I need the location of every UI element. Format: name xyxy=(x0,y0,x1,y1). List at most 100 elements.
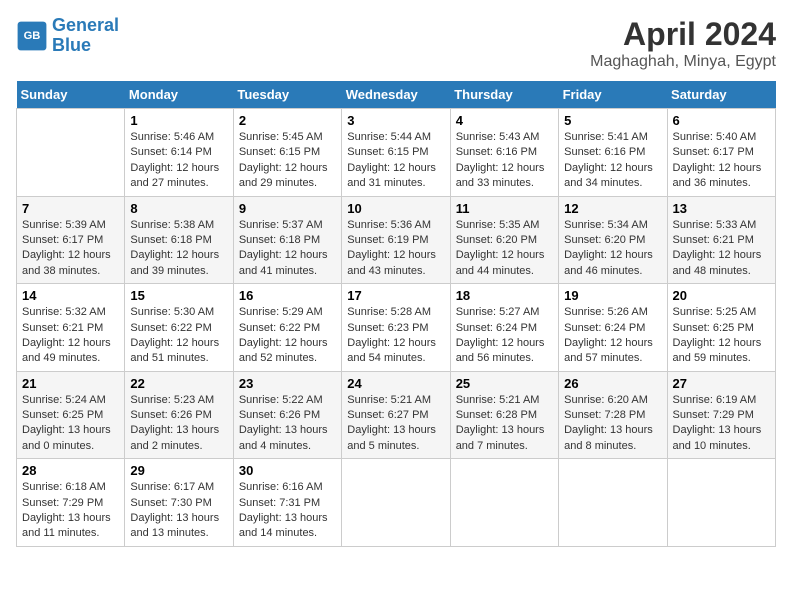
day-number: 14 xyxy=(22,288,119,303)
day-number: 24 xyxy=(347,376,444,391)
day-number: 9 xyxy=(239,201,336,216)
calendar-cell: 15 Sunrise: 5:30 AM Sunset: 6:22 PM Dayli… xyxy=(125,284,233,372)
cell-info: Sunrise: 6:20 AM Sunset: 7:28 PM Dayligh… xyxy=(564,393,661,455)
month-title: April 2024 xyxy=(590,16,776,53)
cell-info: Sunrise: 5:35 AM Sunset: 6:20 PM Dayligh… xyxy=(456,218,553,280)
day-number: 16 xyxy=(239,288,336,303)
day-number: 26 xyxy=(564,376,661,391)
day-number: 25 xyxy=(456,376,553,391)
cell-info: Sunrise: 5:24 AM Sunset: 6:25 PM Dayligh… xyxy=(22,393,119,455)
week-row-4: 21 Sunrise: 5:24 AM Sunset: 6:25 PM Dayli… xyxy=(17,371,776,459)
day-number: 7 xyxy=(22,201,119,216)
day-number: 21 xyxy=(22,376,119,391)
day-number: 11 xyxy=(456,201,553,216)
weekday-header-monday: Monday xyxy=(125,81,233,109)
day-number: 23 xyxy=(239,376,336,391)
cell-info: Sunrise: 5:21 AM Sunset: 6:27 PM Dayligh… xyxy=(347,393,444,455)
calendar-cell: 7 Sunrise: 5:39 AM Sunset: 6:17 PM Daylig… xyxy=(17,196,125,284)
cell-info: Sunrise: 5:26 AM Sunset: 6:24 PM Dayligh… xyxy=(564,305,661,367)
calendar-cell: 22 Sunrise: 5:23 AM Sunset: 6:26 PM Dayli… xyxy=(125,371,233,459)
day-number: 3 xyxy=(347,113,444,128)
calendar-cell: 19 Sunrise: 5:26 AM Sunset: 6:24 PM Dayli… xyxy=(559,284,667,372)
day-number: 18 xyxy=(456,288,553,303)
cell-info: Sunrise: 5:28 AM Sunset: 6:23 PM Dayligh… xyxy=(347,305,444,367)
calendar-cell: 24 Sunrise: 5:21 AM Sunset: 6:27 PM Dayli… xyxy=(342,371,450,459)
cell-info: Sunrise: 6:19 AM Sunset: 7:29 PM Dayligh… xyxy=(673,393,770,455)
logo: GB General Blue xyxy=(16,16,119,56)
calendar-cell: 8 Sunrise: 5:38 AM Sunset: 6:18 PM Daylig… xyxy=(125,196,233,284)
location-title: Maghaghah, Minya, Egypt xyxy=(590,53,776,71)
day-number: 27 xyxy=(673,376,770,391)
calendar-cell: 6 Sunrise: 5:40 AM Sunset: 6:17 PM Daylig… xyxy=(667,109,775,197)
day-number: 30 xyxy=(239,463,336,478)
cell-info: Sunrise: 5:37 AM Sunset: 6:18 PM Dayligh… xyxy=(239,218,336,280)
cell-info: Sunrise: 5:29 AM Sunset: 6:22 PM Dayligh… xyxy=(239,305,336,367)
day-number: 1 xyxy=(130,113,227,128)
cell-info: Sunrise: 5:44 AM Sunset: 6:15 PM Dayligh… xyxy=(347,130,444,192)
day-number: 6 xyxy=(673,113,770,128)
day-number: 4 xyxy=(456,113,553,128)
calendar-cell: 4 Sunrise: 5:43 AM Sunset: 6:16 PM Daylig… xyxy=(450,109,558,197)
weekday-header-tuesday: Tuesday xyxy=(233,81,341,109)
calendar-cell xyxy=(342,459,450,547)
calendar-cell: 14 Sunrise: 5:32 AM Sunset: 6:21 PM Dayli… xyxy=(17,284,125,372)
svg-text:GB: GB xyxy=(24,30,41,42)
weekday-header-friday: Friday xyxy=(559,81,667,109)
calendar-cell: 3 Sunrise: 5:44 AM Sunset: 6:15 PM Daylig… xyxy=(342,109,450,197)
weekday-header-sunday: Sunday xyxy=(17,81,125,109)
logo-line1: General xyxy=(52,15,119,35)
cell-info: Sunrise: 5:32 AM Sunset: 6:21 PM Dayligh… xyxy=(22,305,119,367)
cell-info: Sunrise: 5:41 AM Sunset: 6:16 PM Dayligh… xyxy=(564,130,661,192)
day-number: 28 xyxy=(22,463,119,478)
week-row-1: 1Sunrise: 5:46 AM Sunset: 6:14 PM Daylig… xyxy=(17,109,776,197)
calendar-cell: 11 Sunrise: 5:35 AM Sunset: 6:20 PM Dayli… xyxy=(450,196,558,284)
cell-info: Sunrise: 5:45 AM Sunset: 6:15 PM Dayligh… xyxy=(239,130,336,192)
calendar-cell xyxy=(17,109,125,197)
logo-line2: Blue xyxy=(52,35,91,55)
calendar-cell: 12 Sunrise: 5:34 AM Sunset: 6:20 PM Dayli… xyxy=(559,196,667,284)
cell-info: Sunrise: 6:16 AM Sunset: 7:31 PM Dayligh… xyxy=(239,480,336,542)
cell-info: Sunrise: 5:34 AM Sunset: 6:20 PM Dayligh… xyxy=(564,218,661,280)
cell-info: Sunrise: 5:43 AM Sunset: 6:16 PM Dayligh… xyxy=(456,130,553,192)
calendar-cell: 9 Sunrise: 5:37 AM Sunset: 6:18 PM Daylig… xyxy=(233,196,341,284)
calendar-cell: 20Sunrise: 5:25 AM Sunset: 6:25 PM Dayli… xyxy=(667,284,775,372)
day-number: 22 xyxy=(130,376,227,391)
day-number: 15 xyxy=(130,288,227,303)
calendar-cell: 5 Sunrise: 5:41 AM Sunset: 6:16 PM Daylig… xyxy=(559,109,667,197)
logo-text: General Blue xyxy=(52,16,119,56)
cell-info: Sunrise: 5:40 AM Sunset: 6:17 PM Dayligh… xyxy=(673,130,770,192)
title-area: April 2024 Maghaghah, Minya, Egypt xyxy=(590,16,776,71)
day-number: 12 xyxy=(564,201,661,216)
day-number: 2 xyxy=(239,113,336,128)
calendar-cell: 16 Sunrise: 5:29 AM Sunset: 6:22 PM Dayli… xyxy=(233,284,341,372)
cell-info: Sunrise: 5:39 AM Sunset: 6:17 PM Dayligh… xyxy=(22,218,119,280)
week-row-2: 7 Sunrise: 5:39 AM Sunset: 6:17 PM Daylig… xyxy=(17,196,776,284)
calendar-cell xyxy=(450,459,558,547)
cell-info: Sunrise: 5:36 AM Sunset: 6:19 PM Dayligh… xyxy=(347,218,444,280)
weekday-header-row: SundayMondayTuesdayWednesdayThursdayFrid… xyxy=(17,81,776,109)
weekday-header-saturday: Saturday xyxy=(667,81,775,109)
day-number: 17 xyxy=(347,288,444,303)
week-row-5: 28 Sunrise: 6:18 AM Sunset: 7:29 PM Dayli… xyxy=(17,459,776,547)
calendar-cell: 26 Sunrise: 6:20 AM Sunset: 7:28 PM Dayli… xyxy=(559,371,667,459)
calendar-cell: 10 Sunrise: 5:36 AM Sunset: 6:19 PM Dayli… xyxy=(342,196,450,284)
cell-info: Sunrise: 5:25 AM Sunset: 6:25 PM Dayligh… xyxy=(673,305,770,367)
calendar-cell: 18 Sunrise: 5:27 AM Sunset: 6:24 PM Dayli… xyxy=(450,284,558,372)
calendar-cell: 21 Sunrise: 5:24 AM Sunset: 6:25 PM Dayli… xyxy=(17,371,125,459)
cell-info: Sunrise: 5:27 AM Sunset: 6:24 PM Dayligh… xyxy=(456,305,553,367)
cell-info: Sunrise: 5:22 AM Sunset: 6:26 PM Dayligh… xyxy=(239,393,336,455)
calendar-cell: 2 Sunrise: 5:45 AM Sunset: 6:15 PM Daylig… xyxy=(233,109,341,197)
day-number: 19 xyxy=(564,288,661,303)
page-header: GB General Blue April 2024 Maghaghah, Mi… xyxy=(16,16,776,71)
cell-info: Sunrise: 6:18 AM Sunset: 7:29 PM Dayligh… xyxy=(22,480,119,542)
cell-info: Sunrise: 5:21 AM Sunset: 6:28 PM Dayligh… xyxy=(456,393,553,455)
day-number: 29 xyxy=(130,463,227,478)
day-number: 13 xyxy=(673,201,770,216)
day-number: 5 xyxy=(564,113,661,128)
calendar-cell: 27 Sunrise: 6:19 AM Sunset: 7:29 PM Dayli… xyxy=(667,371,775,459)
cell-info: Sunrise: 5:38 AM Sunset: 6:18 PM Dayligh… xyxy=(130,218,227,280)
cell-info: Sunrise: 5:23 AM Sunset: 6:26 PM Dayligh… xyxy=(130,393,227,455)
day-number: 8 xyxy=(130,201,227,216)
day-number: 10 xyxy=(347,201,444,216)
cell-info: Sunrise: 5:30 AM Sunset: 6:22 PM Dayligh… xyxy=(130,305,227,367)
